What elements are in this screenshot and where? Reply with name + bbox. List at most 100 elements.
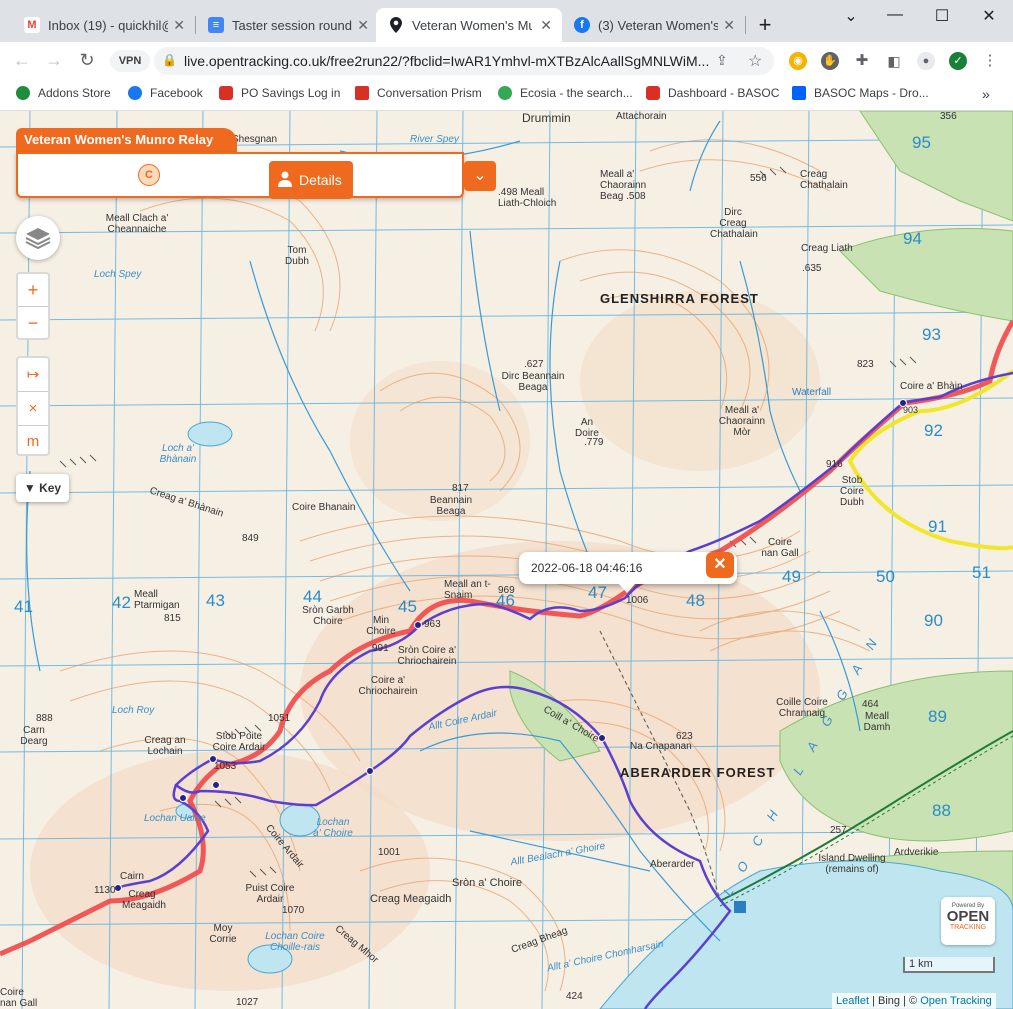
bookmark-po-savings[interactable]: PO Savings Log in [219,86,340,100]
place-label: Stob Coire Dubh [840,475,864,508]
zoom-out-button[interactable]: − [18,307,48,339]
bookmark-star-icon[interactable]: ☆ [748,51,762,71]
sidepanel-icon[interactable]: ◧ [885,52,903,70]
grid-east-label: 48 [686,591,705,610]
water-label: Lochan Coire Choille-rais [265,931,325,953]
spot-height: 849 [242,533,259,544]
team-panel [16,152,464,198]
tab-docs[interactable]: ≡ Taster session round-u ✕ [196,8,379,42]
adblock-icon[interactable]: ✋ [821,52,839,70]
spot-height: 424 [566,991,583,1002]
tab-facebook[interactable]: f (3) Veteran Women's R ✕ [562,8,745,42]
spot-height: 963 [424,619,441,630]
bookmarks-bar: Addons Store Facebook PO Savings Log in … [0,80,1013,111]
menu-kebab-icon[interactable]: ⋮ [981,52,999,70]
bookmark-icon [16,86,30,100]
bookmark-conversation-prism[interactable]: Conversation Prism [355,86,482,100]
grid-north-label: 93 [922,325,941,344]
tab-opentracking[interactable]: Veteran Women's Mun ✕ [376,8,562,42]
place-label: .498 Meall Liath-Chloich [498,187,557,209]
lock-icon[interactable]: 🔒 [162,53,177,67]
place-label: Attachorain [616,111,667,122]
runner-marker-avatar[interactable]: C [138,164,160,186]
new-tab-button[interactable]: + [750,12,780,38]
bookmark-dashboard-basoc[interactable]: Dashboard - BASOC [646,86,779,100]
opentracking-logo[interactable]: Powered By OPEN TRACKING [941,897,995,945]
attribution-separator: | [900,995,910,1007]
panel-expand-button[interactable]: ⌄ [464,161,496,191]
place-label: Puist Coire Ardair [245,883,295,905]
close-icon[interactable]: ✕ [540,17,552,34]
puzzle-icon[interactable]: ✚ [853,52,871,70]
event-title-tab: Veteran Women's Munro Relay [16,128,238,152]
opentracking-link[interactable]: Open Tracking [920,995,992,1007]
place-label: Meall Clach a' Cheannaiche [105,213,169,235]
bookmark-label: BASOC Maps - Dro... [814,86,929,100]
map-canvas[interactable]: Drummin Attachorain Shesgnan River Spey … [0,111,1013,1009]
bookmark-basoc-maps[interactable]: BASOC Maps - Dro... [792,86,929,100]
details-button[interactable]: Details [269,161,353,199]
place-label: Dirc Beannain Beaga [501,371,565,393]
url-text[interactable]: live.opentracking.co.uk/free2run22/?fbcl… [184,53,709,69]
tab-gmail[interactable]: M Inbox (19) - quickhil@ ✕ [12,8,195,42]
popup-close-button[interactable]: ✕ [706,552,734,578]
address-bar[interactable]: 🔒 live.opentracking.co.uk/free2run22/?fb… [154,47,774,75]
close-icon[interactable]: ✕ [173,17,185,34]
bookmark-ecosia[interactable]: Ecosia - the search... [498,86,633,100]
profile-avatar-icon[interactable]: ● [917,52,935,70]
water-label: Loch Spey [94,269,142,280]
place-label: Coire Bhanain [292,502,356,513]
extension-icon[interactable]: ◉ [789,52,807,70]
key-button[interactable]: ▼ Key [16,474,69,502]
key-label: Key [39,481,62,495]
zoom-in-button[interactable]: + [18,274,48,307]
reload-button[interactable]: ↻ [75,50,99,71]
vpn-badge[interactable]: VPN [110,50,150,72]
clear-measure-icon[interactable]: × [18,392,48,426]
layers-icon [25,228,51,250]
logo-tracking: TRACKING [949,924,987,931]
spot-height: 815 [164,613,181,624]
bookmarks-overflow-button[interactable]: » [982,86,990,102]
minimize-button[interactable]: — [880,6,910,24]
back-button[interactable]: ← [10,50,34,71]
shield-icon[interactable]: ✓ [949,52,967,70]
spot-height: 817 [452,483,469,494]
timestamp-popup: 2022-06-18 04:46:16 [519,552,737,593]
close-icon[interactable]: ✕ [357,17,369,34]
grid-east-label: 43 [206,591,225,610]
close-icon[interactable]: ✕ [723,17,735,34]
bookmark-label: Conversation Prism [377,86,482,100]
place-label: Coire a' Bhàin [900,381,963,392]
facebook-icon [128,86,142,100]
place-label: Drummin [522,111,571,125]
grid-east-label: 49 [782,567,801,586]
spot-height: 257 [830,825,847,836]
bookmark-label: Ecosia - the search... [520,86,633,100]
forest-label: GLENSHIRRA FOREST [600,291,759,306]
measure-distance-icon[interactable]: ↦ [18,358,48,392]
grid-east-label: 42 [112,593,131,612]
spot-height: 1053 [214,761,237,772]
water-label: Lochan Uaine [144,813,206,824]
popup-tip [619,584,635,593]
leaflet-link[interactable]: Leaflet [836,995,869,1007]
place-label: Creag Liath [801,243,853,254]
grid-north-label: 90 [924,611,943,630]
tab-label: Inbox (19) - quickhil@ [48,17,168,33]
share-icon[interactable]: ⇪ [716,52,728,69]
place-label: Moy Corrie [209,923,237,945]
bookmark-addons-store[interactable]: Addons Store [16,86,111,100]
bookmark-facebook[interactable]: Facebook [128,86,203,100]
place-label: Coire nan Gall [761,537,799,559]
layers-button[interactable] [16,216,60,260]
maximize-button[interactable]: ☐ [927,6,957,26]
tab-search-button[interactable]: ⌄ [836,6,866,26]
window-close-button[interactable]: ✕ [974,6,1004,26]
spot-height: 916 [826,459,843,470]
forward-button[interactable]: → [42,50,66,71]
place-label: Na Cnapanan [630,741,692,752]
spot-height: 464 [862,699,879,710]
units-toggle-icon[interactable]: m [18,426,48,458]
spot-height: 1051 [268,713,291,724]
